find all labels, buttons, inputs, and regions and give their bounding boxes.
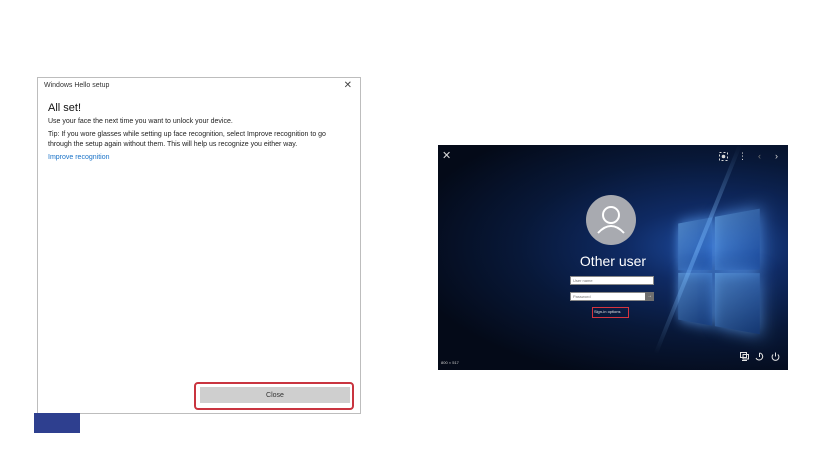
dialog-titlebar: Windows Hello setup ✕: [38, 78, 360, 96]
screenshot-icon[interactable]: [719, 152, 728, 163]
network-icon[interactable]: [740, 352, 749, 363]
resolution-label: 800 × 517: [441, 360, 459, 365]
logo-pane: [714, 273, 760, 335]
username-field[interactable]: [570, 276, 654, 285]
power-icon[interactable]: [771, 352, 780, 363]
improve-recognition-link[interactable]: Improve recognition: [48, 154, 109, 161]
close-icon[interactable]: ✕: [344, 80, 352, 92]
password-field[interactable]: [570, 292, 654, 301]
dialog-heading: All set!: [48, 102, 82, 114]
close-icon[interactable]: ✕: [442, 151, 451, 162]
user-name: Other user: [579, 253, 647, 269]
windows-logo: [678, 208, 761, 335]
more-options-icon[interactable]: ⋮: [738, 151, 747, 161]
sign-in-options-link[interactable]: Sign-in options: [594, 309, 620, 314]
chevron-left-icon[interactable]: ‹: [758, 151, 761, 161]
chevron-right-icon[interactable]: ›: [775, 151, 778, 161]
dialog-tip: Tip: If you wore glasses while setting u…: [48, 131, 326, 148]
logo-pane: [678, 217, 713, 271]
page-tab-marker: [34, 413, 80, 433]
windows-hello-dialog: Windows Hello setup ✕ All set! Use your …: [37, 77, 361, 414]
user-icon: [597, 206, 625, 234]
ease-of-access-icon[interactable]: [755, 352, 764, 363]
dialog-title: Windows Hello setup: [44, 82, 110, 89]
login-screenshot: ✕ ⋮ ‹ › Other user → Sign-in options 800…: [438, 145, 788, 370]
logo-pane: [714, 208, 760, 270]
close-button[interactable]: Close: [200, 387, 350, 403]
avatar: [586, 195, 636, 245]
dialog-message: Use your face the next time you want to …: [48, 118, 233, 125]
submit-arrow-button[interactable]: →: [645, 292, 654, 301]
logo-pane: [678, 272, 713, 326]
